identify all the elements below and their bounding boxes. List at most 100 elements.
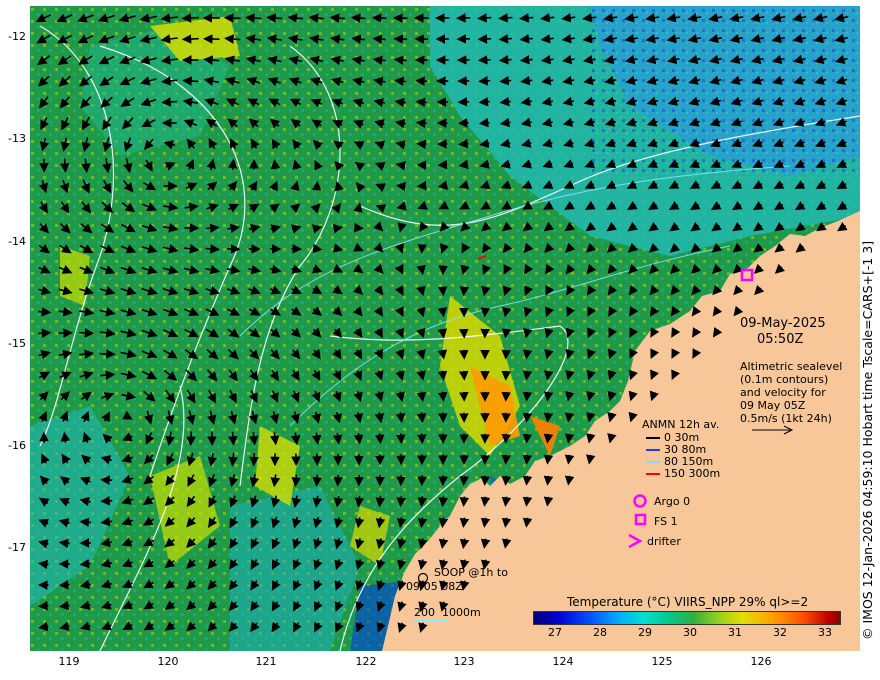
- velocity-arrow: [79, 517, 92, 528]
- velocity-arrow: [416, 412, 427, 424]
- velocity-arrow: [291, 474, 302, 487]
- lat-tick: -13: [8, 132, 26, 145]
- velocity-arrow: [100, 475, 113, 485]
- velocity-arrow: [458, 370, 469, 381]
- lon-tick: 123: [453, 655, 475, 668]
- velocity-arrow: [223, 13, 241, 23]
- colorbar-tick: 32: [773, 626, 787, 639]
- velocity-arrow: [477, 34, 491, 44]
- soop-label-2: 09/05 08Z: [406, 580, 463, 593]
- lon-tick: 122: [355, 655, 377, 668]
- velocity-arrow: [415, 76, 428, 86]
- velocity-arrow: [79, 558, 91, 569]
- temperature-colorbar: [533, 611, 841, 625]
- velocity-arrow: [415, 97, 427, 108]
- lat-tick: -15: [8, 337, 26, 350]
- velocity-arrow: [477, 13, 492, 23]
- fs-label: FS 1: [654, 515, 678, 528]
- velocity-arrow: [395, 433, 406, 445]
- velocity-arrow: [371, 13, 387, 23]
- argo-circle-icon: [633, 494, 647, 508]
- lon-tick: 126: [750, 655, 772, 668]
- altimetry-note-line: Altimetric sealevel: [740, 360, 843, 373]
- velocity-arrow: [498, 13, 513, 23]
- velocity-arrow: [393, 34, 408, 44]
- velocity-arrow: [245, 13, 262, 23]
- velocity-arrow: [350, 13, 366, 23]
- drifter-label: drifter: [647, 535, 681, 548]
- velocity-arrow: [459, 496, 470, 507]
- lat-tick: -17: [8, 541, 26, 554]
- drifter-chevron-icon: [628, 533, 643, 549]
- velocity-arrow: [333, 474, 343, 487]
- velocity-arrow: [522, 496, 533, 507]
- velocity-arrow: [458, 349, 469, 360]
- sst-map: [30, 6, 860, 651]
- velocity-arrow: [415, 118, 427, 129]
- velocity-arrow: [249, 453, 259, 467]
- velocity-arrow: [416, 139, 427, 150]
- velocity-arrow: [498, 55, 512, 65]
- velocity-arrow: [437, 391, 448, 402]
- velocity-arrow: [522, 412, 533, 423]
- velocity-arrow: [522, 475, 533, 486]
- velocity-arrow: [100, 496, 113, 506]
- velocity-arrow: [372, 34, 387, 44]
- velocity-arrow: [478, 96, 490, 107]
- lon-tick: 121: [255, 655, 277, 668]
- velocity-arrow: [480, 307, 491, 318]
- velocity-arrow: [417, 496, 428, 508]
- velocity-arrow: [332, 223, 344, 234]
- velocity-arrow: [501, 349, 512, 360]
- velocity-arrow: [416, 180, 427, 191]
- velocity-arrow: [480, 496, 491, 507]
- velocity-arrow: [478, 117, 490, 128]
- velocity-arrow: [498, 34, 512, 44]
- velocity-arrow: [311, 180, 322, 191]
- altimetry-note-line: 09 May 05Z: [740, 399, 806, 412]
- lon-tick: 125: [651, 655, 673, 668]
- velocity-arrow: [99, 349, 116, 359]
- velocity-arrow: [458, 138, 469, 149]
- colorbar-tick: 28: [593, 626, 607, 639]
- velocity-arrow: [79, 328, 95, 338]
- lat-tick: -14: [8, 235, 26, 248]
- lat-tick: -12: [8, 30, 26, 43]
- depth-swatch-icon: [646, 449, 660, 451]
- velocity-arrow: [186, 431, 196, 447]
- lon-tick: 124: [552, 655, 574, 668]
- velocity-arrow: [395, 181, 406, 192]
- velocity-arrow: [437, 412, 448, 423]
- colorbar-tick: 29: [638, 626, 652, 639]
- bathymetry-line: [414, 620, 448, 621]
- bathymetry-1000-label: 1000m: [442, 606, 481, 619]
- lat-tick: -16: [8, 439, 26, 452]
- colorbar-tick: 33: [818, 626, 832, 639]
- bathymetry-200-label: 200: [414, 606, 435, 619]
- argo-label: Argo 0: [654, 495, 691, 508]
- velocity-arrow: [416, 433, 427, 445]
- velocity-arrow: [353, 222, 364, 233]
- depth-swatch-icon: [646, 461, 660, 463]
- velocity-arrow: [182, 76, 199, 86]
- velocity-arrow: [459, 286, 470, 297]
- velocity-arrow: [312, 474, 322, 487]
- depth-swatch-icon: [646, 473, 660, 475]
- depth-swatch-icon: [646, 437, 660, 439]
- colorbar-title: Temperature (°C) VIIRS_NPP 29% ql>=2: [567, 595, 809, 609]
- velocity-arrow: [543, 475, 554, 486]
- date-label: 09-May-2025: [740, 316, 826, 331]
- velocity-arrow: [58, 579, 70, 590]
- velocity-scale-arrow-icon: [752, 425, 794, 435]
- velocity-arrow: [501, 496, 512, 507]
- velocity-arrow: [227, 158, 238, 170]
- velocity-arrow: [354, 496, 365, 508]
- velocity-arrow: [437, 286, 448, 297]
- anmn-legend-title: ANMN 12h av.: [642, 418, 720, 431]
- anmn-legend-item: 150 300m: [646, 467, 720, 480]
- velocity-arrow: [38, 328, 52, 338]
- velocity-arrow: [501, 433, 512, 444]
- colorbar-tick: 27: [548, 626, 562, 639]
- velocity-arrow: [480, 475, 491, 486]
- colorbar-tick: 30: [683, 626, 697, 639]
